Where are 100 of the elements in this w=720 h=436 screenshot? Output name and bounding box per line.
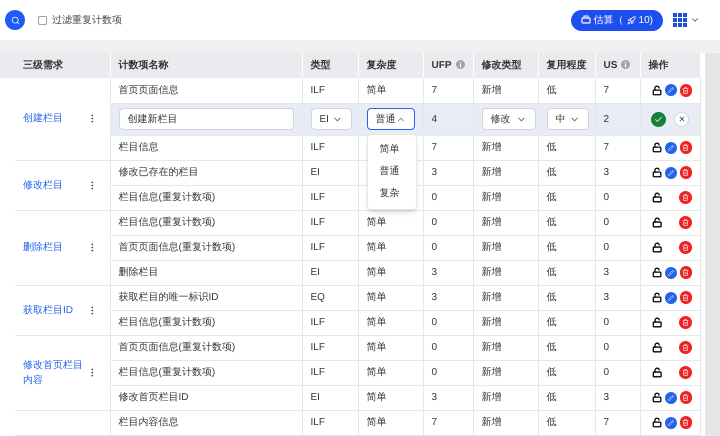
requirement-link[interactable]: 修改栏目 — [23, 178, 87, 192]
complexity-cell: 简单 — [358, 310, 423, 335]
change-type-cell: 新增 — [473, 335, 538, 360]
us-cell: 0 — [595, 210, 640, 235]
ufp-cell: 3 — [423, 285, 473, 310]
trash-icon — [682, 194, 689, 201]
change-type-cell: 新增 — [473, 210, 538, 235]
cancel-button[interactable] — [674, 112, 689, 126]
unlock-icon[interactable] — [652, 84, 662, 96]
ufp-cell: 0 — [423, 360, 473, 385]
complexity-cell: 简单 — [358, 385, 423, 410]
delete-button[interactable] — [680, 416, 692, 429]
delete-button[interactable] — [680, 391, 692, 404]
complexity-select[interactable]: 普通 — [366, 108, 414, 130]
edit-button[interactable] — [664, 292, 677, 304]
requirement-link[interactable]: 修改首页栏目内容 — [23, 358, 87, 388]
complexity-cell: 简单 — [358, 210, 423, 235]
trash-icon — [682, 169, 690, 176]
ufp-cell: 3 — [423, 260, 473, 285]
rocket-icon — [626, 16, 636, 24]
delete-button[interactable] — [679, 341, 692, 354]
unlock-icon[interactable] — [652, 417, 662, 428]
change-type-select[interactable]: 修改 — [482, 108, 536, 130]
ufp-cell: 0 — [423, 310, 473, 335]
delete-button[interactable] — [680, 291, 692, 304]
change-type-cell: 新增 — [473, 310, 538, 335]
reuse-select[interactable]: 中 — [546, 108, 588, 130]
complexity-cell: 简单 — [358, 410, 423, 435]
change-type-cell: 新增 — [473, 360, 538, 385]
type-cell: ILF — [302, 235, 358, 260]
column-header: 操作 — [648, 60, 668, 71]
item-name: 首页页面信息(重复计数项) — [110, 335, 302, 360]
item-name: 首页页面信息(重复计数项) — [110, 235, 302, 260]
us-cell: 0 — [595, 310, 640, 335]
dropdown-option[interactable]: 复杂 — [368, 182, 416, 204]
requirement-link[interactable]: 创建栏目 — [23, 111, 87, 126]
us-cell: 3 — [595, 285, 640, 310]
unlock-icon[interactable] — [652, 217, 662, 228]
unlock-icon[interactable] — [652, 267, 662, 278]
unlock-icon[interactable] — [652, 142, 662, 153]
type-cell: EI — [302, 260, 358, 285]
unlock-icon[interactable] — [652, 167, 662, 178]
column-header: 修改类型 — [482, 60, 522, 71]
reuse-cell: 低 — [538, 135, 595, 160]
grid-icon[interactable] — [673, 13, 687, 27]
unlock-icon[interactable] — [652, 367, 662, 378]
delete-button[interactable] — [679, 216, 692, 229]
us-cell: 2 — [595, 103, 640, 135]
change-type-cell: 新增 — [473, 235, 538, 260]
delete-button[interactable] — [679, 316, 692, 329]
item-name: 修改首页栏目ID — [110, 385, 302, 410]
unlock-icon[interactable] — [652, 192, 662, 203]
unlock-icon[interactable] — [652, 292, 662, 303]
pencil-icon — [668, 170, 674, 176]
edit-button[interactable] — [664, 166, 677, 178]
search-button[interactable] — [5, 10, 25, 30]
reuse-cell: 低 — [538, 185, 595, 210]
requirement-link[interactable]: 删除栏目 — [23, 240, 87, 255]
dropdown-option[interactable]: 简单 — [368, 138, 416, 160]
delete-button[interactable] — [679, 191, 692, 204]
requirement-link[interactable]: 获取栏目ID — [23, 302, 87, 318]
unlock-icon[interactable] — [652, 342, 662, 353]
edit-button[interactable] — [664, 392, 677, 404]
delete-button[interactable] — [680, 266, 692, 279]
reuse-cell: 低 — [538, 210, 595, 235]
delete-button[interactable] — [680, 84, 692, 97]
edit-button[interactable] — [664, 142, 677, 154]
us-cell: 3 — [595, 160, 640, 185]
column-header: 复用程度 — [546, 60, 586, 71]
edit-button[interactable] — [664, 416, 677, 428]
unlock-icon[interactable] — [652, 317, 662, 328]
column-header: 类型 — [310, 60, 330, 71]
unlock-icon[interactable] — [652, 392, 662, 403]
delete-button[interactable] — [679, 241, 692, 254]
edit-button[interactable] — [664, 84, 677, 96]
delete-button[interactable] — [680, 166, 692, 179]
change-type-cell: 新增 — [473, 160, 538, 185]
unlock-icon[interactable] — [652, 242, 662, 253]
confirm-button[interactable] — [651, 112, 666, 126]
change-type-cell: 新增 — [473, 410, 538, 435]
estimate-button[interactable]: 估算（ 10) — [570, 10, 663, 30]
edit-button[interactable] — [664, 266, 677, 278]
type-cell: EI — [302, 160, 358, 185]
filter-checkbox[interactable] — [38, 16, 47, 24]
dropdown-option[interactable]: 普通 — [368, 160, 416, 182]
type-cell: ILF — [302, 335, 358, 360]
delete-button[interactable] — [679, 366, 692, 379]
trash-icon — [682, 244, 689, 251]
type-select[interactable]: EI — [310, 108, 352, 130]
delete-button[interactable] — [680, 141, 692, 154]
pencil-icon — [668, 420, 674, 426]
type-cell: EI — [302, 385, 358, 410]
change-type-cell: 新增 — [473, 185, 538, 210]
change-type-cell: 新增 — [473, 260, 538, 285]
type-cell: ILF — [302, 310, 358, 335]
filter-label: 过滤重复计数项 — [52, 14, 122, 28]
item-name: 栏目信息(重复计数项) — [110, 210, 302, 235]
name-input[interactable]: 创建新栏目 — [118, 108, 294, 130]
column-header: UFP — [432, 60, 452, 71]
reuse-cell: 低 — [538, 335, 595, 360]
